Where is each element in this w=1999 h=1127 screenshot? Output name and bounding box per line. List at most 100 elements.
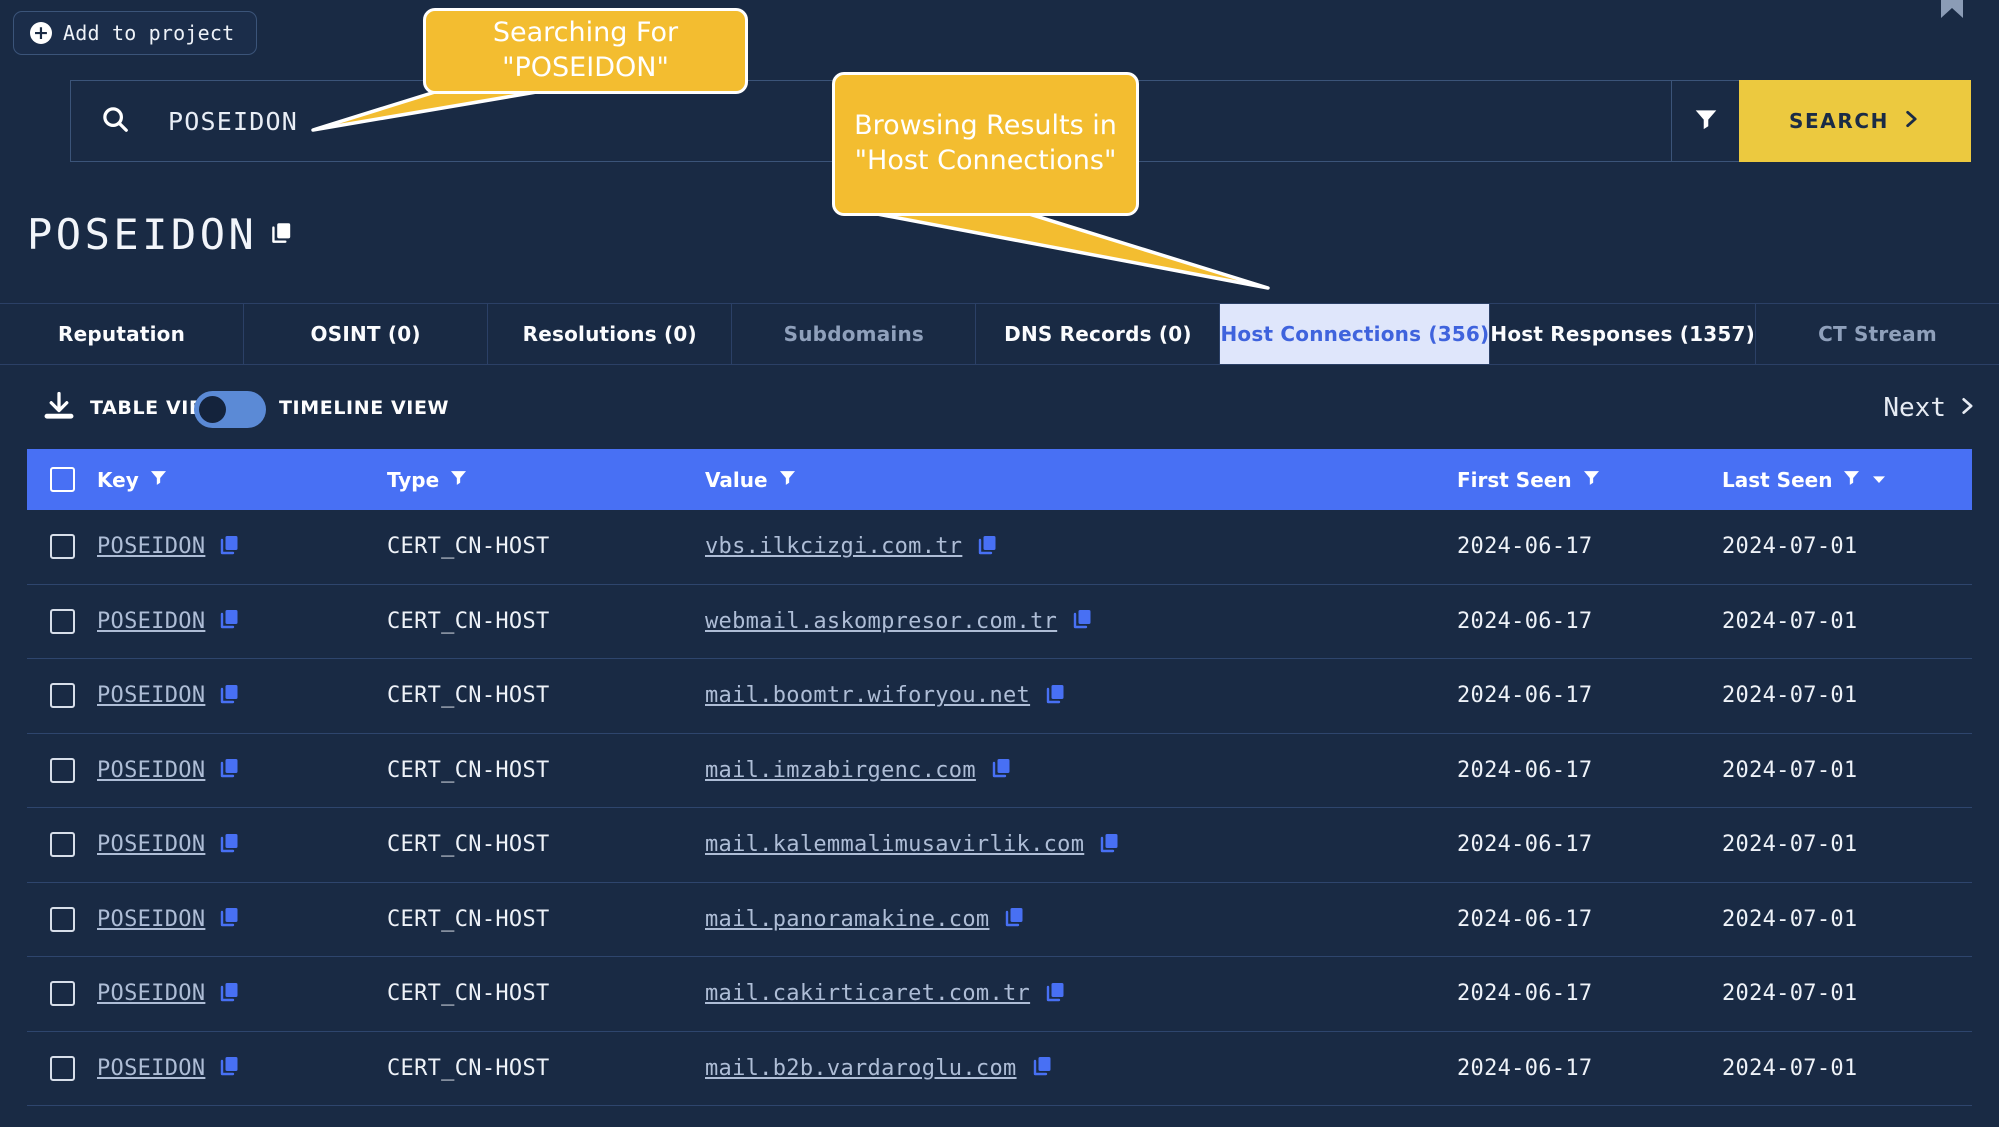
annotation-searching-for: Searching For "POSEIDON"	[423, 8, 748, 94]
copy-icon[interactable]	[217, 1054, 241, 1082]
last-seen-text: 2024-07-01	[1722, 981, 1858, 1007]
key-link[interactable]: POSEIDON	[97, 907, 205, 932]
copy-icon[interactable]	[975, 533, 999, 561]
cell-key: POSEIDON	[97, 533, 387, 561]
first-seen-text: 2024-06-17	[1457, 906, 1593, 932]
row-checkbox[interactable]	[49, 981, 75, 1007]
copy-icon[interactable]	[989, 756, 1013, 784]
key-link[interactable]: POSEIDON	[97, 609, 205, 634]
key-link[interactable]: POSEIDON	[97, 683, 205, 708]
first-seen-text: 2024-06-17	[1457, 683, 1593, 709]
type-text: CERT_CN-HOST	[387, 832, 550, 858]
key-link[interactable]: POSEIDON	[97, 1056, 205, 1081]
tab-host-connections-356[interactable]: Host Connections (356)	[1220, 304, 1491, 364]
cell-value: mail.cakirticaret.com.tr	[705, 980, 1457, 1008]
copy-icon[interactable]	[217, 831, 241, 859]
row-checkbox-cell	[27, 1055, 97, 1081]
add-to-project-button[interactable]: + Add to project	[13, 11, 258, 55]
search-button[interactable]: SEARCH	[1739, 80, 1971, 162]
key-link[interactable]: POSEIDON	[97, 832, 205, 857]
cell-type: CERT_CN-HOST	[387, 683, 705, 708]
copy-icon[interactable]	[217, 533, 241, 561]
chevron-right-icon	[1901, 109, 1921, 134]
value-link[interactable]: mail.b2b.vardaroglu.com	[705, 1056, 1017, 1081]
value-link[interactable]: webmail.askompresor.com.tr	[705, 609, 1057, 634]
table-row[interactable]: POSEIDON CERT_CN-HOST mail.cakirticaret.co…	[27, 957, 1972, 1032]
copy-icon[interactable]	[1002, 905, 1026, 933]
column-header-last-seen[interactable]: Last Seen	[1722, 468, 1972, 492]
funnel-filter-icon[interactable]	[149, 468, 168, 492]
funnel-filter-icon[interactable]	[1842, 468, 1861, 492]
row-checkbox[interactable]	[49, 757, 75, 783]
key-link[interactable]: POSEIDON	[97, 981, 205, 1006]
cell-value: mail.b2b.vardaroglu.com	[705, 1054, 1457, 1082]
table-row[interactable]: POSEIDON CERT_CN-HOST mail.imzabirgenc.com…	[27, 734, 1972, 808]
row-checkbox[interactable]	[49, 608, 75, 634]
type-text: CERT_CN-HOST	[387, 981, 550, 1007]
column-header-value[interactable]: Value	[705, 468, 1457, 492]
value-link[interactable]: vbs.ilkcizgi.com.tr	[705, 534, 962, 559]
funnel-filter-icon	[1693, 106, 1719, 136]
funnel-filter-icon[interactable]	[1582, 468, 1601, 492]
copy-icon[interactable]	[217, 905, 241, 933]
table-row[interactable]: POSEIDON CERT_CN-HOST mail.boomtr.wiforyou…	[27, 659, 1972, 734]
row-checkbox[interactable]	[49, 832, 75, 858]
table-header-row: Key Type Value First Seen Last Seen	[27, 449, 1972, 510]
sort-descending-icon[interactable]	[1871, 468, 1887, 492]
table-row[interactable]: POSEIDON CERT_CN-HOST mail.panoramakine.co…	[27, 883, 1972, 957]
table-row[interactable]: POSEIDON CERT_CN-HOST webmail.askompresor.…	[27, 585, 1972, 659]
tab-resolutions-0[interactable]: Resolutions (0)	[488, 304, 733, 364]
funnel-filter-icon[interactable]	[449, 468, 468, 492]
tab-reputation[interactable]: Reputation	[0, 304, 245, 364]
type-text: CERT_CN-HOST	[387, 608, 550, 634]
value-link[interactable]: mail.kalemmalimusavirlik.com	[705, 832, 1084, 857]
copy-icon[interactable]	[1043, 682, 1067, 710]
key-link[interactable]: POSEIDON	[97, 758, 205, 783]
column-header-first-seen[interactable]: First Seen	[1457, 468, 1722, 492]
table-row[interactable]: POSEIDON CERT_CN-HOST mail.kalemmalimusavi…	[27, 808, 1972, 883]
cell-value: mail.imzabirgenc.com	[705, 756, 1457, 784]
row-checkbox[interactable]	[49, 906, 75, 932]
copy-icon[interactable]	[1030, 1054, 1054, 1082]
select-all-checkbox[interactable]	[49, 467, 75, 492]
next-page-button[interactable]: Next	[1883, 393, 1977, 423]
copy-icon[interactable]	[217, 607, 241, 635]
cell-last-seen: 2024-07-01	[1722, 683, 1972, 708]
cell-type: CERT_CN-HOST	[387, 832, 705, 857]
table-row[interactable]: POSEIDON CERT_CN-HOST vbs.ilkcizgi.com.tr 2…	[27, 510, 1972, 585]
row-checkbox[interactable]	[49, 683, 75, 709]
download-icon[interactable]	[42, 390, 76, 428]
tab-bar: Reputation OSINT (0) Resolutions (0) Subdom…	[0, 303, 1999, 365]
row-checkbox[interactable]	[49, 1055, 75, 1081]
funnel-filter-icon[interactable]	[778, 468, 797, 492]
filter-toggle-button[interactable]	[1671, 80, 1739, 162]
column-header-type[interactable]: Type	[387, 468, 705, 492]
copy-icon[interactable]	[1070, 607, 1094, 635]
value-link[interactable]: mail.panoramakine.com	[705, 907, 989, 932]
cell-type: CERT_CN-HOST	[387, 534, 705, 559]
last-seen-text: 2024-07-01	[1722, 683, 1858, 709]
row-checkbox[interactable]	[49, 534, 75, 560]
copy-icon[interactable]	[268, 220, 294, 250]
copy-icon[interactable]	[217, 980, 241, 1008]
value-link[interactable]: mail.imzabirgenc.com	[705, 758, 976, 783]
column-header-key[interactable]: Key	[97, 468, 387, 492]
tab-dns-records-0[interactable]: DNS Records (0)	[976, 304, 1221, 364]
tab-subdomains[interactable]: Subdomains	[732, 304, 977, 364]
cell-last-seen: 2024-07-01	[1722, 907, 1972, 932]
tab-host-responses-1357[interactable]: Host Responses (1357)	[1490, 304, 1756, 364]
tab-osint-0[interactable]: OSINT (0)	[244, 304, 489, 364]
value-link[interactable]: mail.boomtr.wiforyou.net	[705, 683, 1030, 708]
value-link[interactable]: mail.cakirticaret.com.tr	[705, 981, 1030, 1006]
copy-icon[interactable]	[217, 756, 241, 784]
key-link[interactable]: POSEIDON	[97, 534, 205, 559]
table-row[interactable]: POSEIDON CERT_CN-HOST mail.b2b.vardaroglu.…	[27, 1032, 1972, 1106]
top-bar: + Add to project	[0, 0, 1999, 70]
table-timeline-view-toggle[interactable]	[194, 391, 266, 428]
copy-icon[interactable]	[1097, 831, 1121, 859]
row-checkbox-cell	[27, 534, 97, 560]
bookmark-ribbon-icon[interactable]	[1935, 0, 1969, 30]
tab-ct-stream[interactable]: CT Stream	[1756, 304, 1999, 364]
copy-icon[interactable]	[1043, 980, 1067, 1008]
copy-icon[interactable]	[217, 682, 241, 710]
